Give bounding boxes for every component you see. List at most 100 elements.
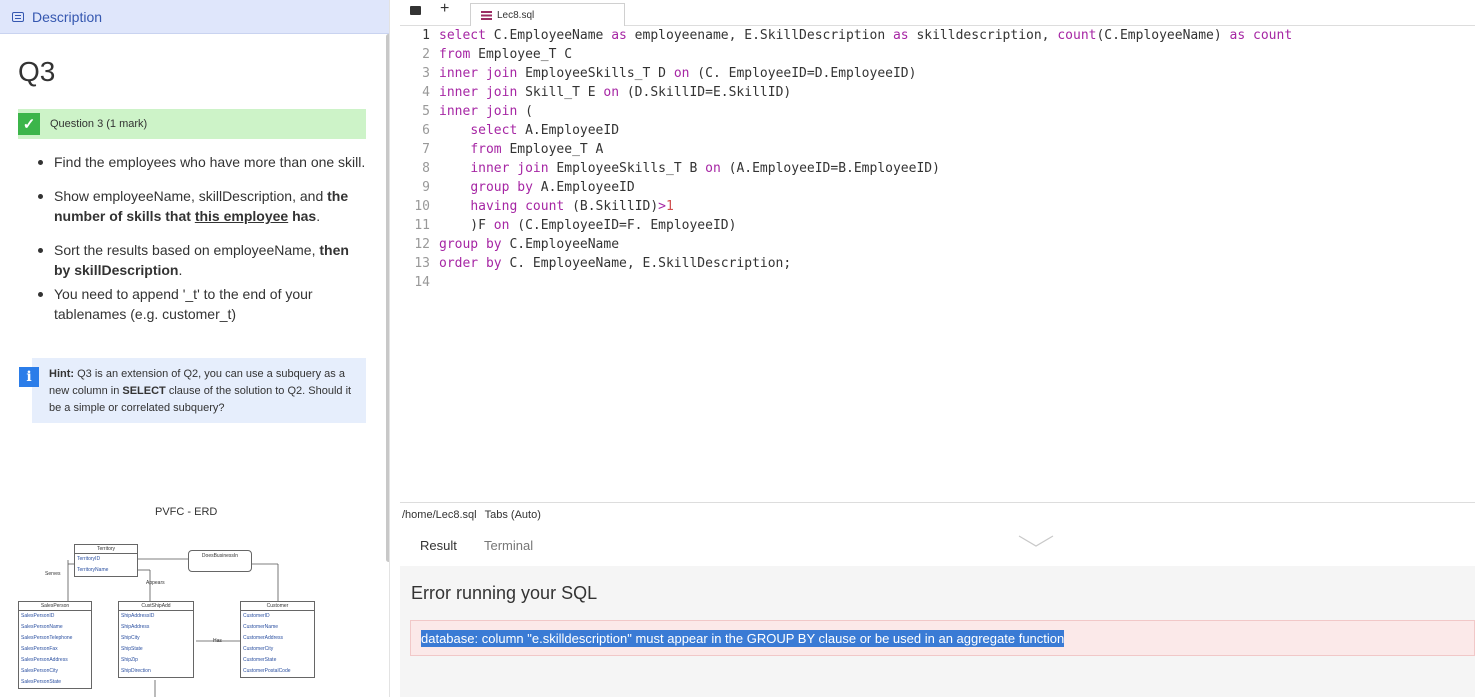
sql-token: (A.EmployeeID=B.EmployeeID) xyxy=(720,161,940,176)
error-title: Error running your SQL xyxy=(411,583,598,603)
tab-result[interactable]: Result xyxy=(420,538,457,553)
erd-custshipadd-field: ShipZip xyxy=(121,657,138,663)
erd-salesperson-field: SalesPersonID xyxy=(21,613,55,619)
code-line[interactable]: 8 inner join EmployeeSkills_T B on (A.Em… xyxy=(403,159,1475,178)
erd-customer-field: CustomerState xyxy=(243,657,277,663)
code-editor[interactable]: 1 select C.EmployeeName as employeename, … xyxy=(403,26,1475,502)
code-line[interactable]: 13 order by C. EmployeeName, E.SkillDescr… xyxy=(403,254,1475,273)
sql-token: (B.SkillID) xyxy=(564,199,659,214)
description-header[interactable]: Description xyxy=(0,0,389,34)
tab-lec8-sql[interactable]: Lec8.sql xyxy=(470,3,625,27)
code-text: group by C.EmployeeName xyxy=(439,235,619,254)
code-line[interactable]: 7 from Employee_T A xyxy=(403,140,1475,159)
code-text: inner join Skill_T E on (D.SkillID=E.Ski… xyxy=(439,83,791,102)
sql-token: (C. EmployeeID=D.EmployeeID) xyxy=(689,66,917,81)
sql-keyword: on xyxy=(493,218,510,233)
erd-appears-label: Appears xyxy=(146,580,165,586)
erd-custshipadd-field: ShipCity xyxy=(121,635,140,641)
sql-token: A.EmployeeID xyxy=(517,123,620,138)
sql-token: ( xyxy=(517,104,533,119)
erd-salesperson-field: SalesPersonCity xyxy=(21,668,58,674)
code-line[interactable]: 11 )F on (C.EmployeeID=F. EmployeeID) xyxy=(403,216,1475,235)
code-text: inner join EmployeeSkills_T D on (C. Emp… xyxy=(439,64,916,83)
code-line[interactable]: 5 inner join ( xyxy=(403,102,1475,121)
erd-salesperson-field: SalesPersonTelephone xyxy=(21,635,73,641)
erd-salesperson-entity: SalesPerson SalesPersonID SalesPersonNam… xyxy=(18,601,92,689)
bullet-text: You need to append '_t' to the end of yo… xyxy=(54,286,313,322)
error-message: database: column "e.skilldescription" mu… xyxy=(421,629,1065,647)
erd-customer-field: CustomerPostalCode xyxy=(243,668,291,674)
hint-prefix: Hint: xyxy=(49,368,75,380)
sql-keyword: inner join xyxy=(439,66,518,81)
code-line[interactable]: 10 having count (B.SkillID)>1 xyxy=(403,197,1475,216)
sql-token: Employee_T C xyxy=(470,47,573,62)
code-line[interactable]: 14 xyxy=(403,273,1475,292)
sql-keyword: on xyxy=(603,85,620,100)
file-menu-icon[interactable] xyxy=(410,6,421,15)
code-text: inner join ( xyxy=(439,102,533,121)
line-number: 12 xyxy=(414,237,430,252)
sql-token: (D.SkillID=E.SkillID) xyxy=(619,85,792,100)
sql-keyword: inner join xyxy=(439,104,518,119)
indent-mode[interactable]: Tabs (Auto) xyxy=(485,509,541,521)
line-number: 9 xyxy=(422,180,430,195)
new-tab-button[interactable]: + xyxy=(440,0,449,18)
erd-doesbusiness-relation: DoesBusinessIn xyxy=(188,550,252,572)
sql-keyword: select xyxy=(470,123,518,138)
line-number: 10 xyxy=(414,199,430,214)
hint-box: Hint: Q3 is an extension of Q2, you can … xyxy=(32,358,366,423)
bullet-text: Show employeeName, skillDescription, and xyxy=(54,188,328,204)
line-number: 13 xyxy=(414,256,430,271)
code-line[interactable]: 4 inner join Skill_T E on (D.SkillID=E.Sk… xyxy=(403,83,1475,102)
database-icon xyxy=(481,11,492,20)
sql-token: 1 xyxy=(666,199,674,214)
description-scrollbar[interactable] xyxy=(386,34,389,562)
sql-keyword: having xyxy=(470,199,518,214)
results-tabs: Result Terminal xyxy=(400,526,1475,566)
question-bullets: Find the employees who have more than on… xyxy=(36,152,366,324)
question-banner-label: Question 3 (1 mark) xyxy=(50,118,148,130)
line-number: 1 xyxy=(422,28,430,43)
bullet-text: Sort the results based on employeeName, xyxy=(54,242,320,258)
code-text: inner join EmployeeSkills_T B on (A.Empl… xyxy=(439,159,940,178)
tab-terminal[interactable]: Terminal xyxy=(484,538,533,553)
sql-token: skilldescription, xyxy=(908,28,1058,43)
code-line[interactable]: 1 select C.EmployeeName as employeename, … xyxy=(403,26,1475,45)
code-line[interactable]: 12 group by C.EmployeeName xyxy=(403,235,1475,254)
code-line[interactable]: 3 inner join EmployeeSkills_T D on (C. Em… xyxy=(403,64,1475,83)
erd-serves-label: Serves xyxy=(45,571,61,577)
code-line[interactable]: 2 from Employee_T C xyxy=(403,45,1475,64)
sql-token: (C.EmployeeName) xyxy=(1096,28,1230,43)
code-text: )F on (C.EmployeeID=F. EmployeeID) xyxy=(439,216,736,235)
code-line[interactable]: 9 group by A.EmployeeID xyxy=(403,178,1475,197)
erd-customer-field: CustomerID xyxy=(243,613,270,619)
error-box: database: column "e.skilldescription" mu… xyxy=(410,620,1475,656)
chevron-down-icon[interactable] xyxy=(1018,534,1054,548)
sql-token: Employee_T A xyxy=(501,142,604,157)
line-number: 2 xyxy=(422,47,430,62)
sql-token: Skill_T E xyxy=(517,85,604,100)
sql-keyword: group by xyxy=(470,180,533,195)
info-icon: i xyxy=(19,367,39,387)
tab-label: Lec8.sql xyxy=(497,10,535,21)
sql-keyword: on xyxy=(705,161,721,176)
status-bar: /home/Lec8.sql Tabs (Auto) xyxy=(400,502,1475,526)
erd-salesperson-field: SalesPersonAddress xyxy=(21,657,68,663)
line-number: 3 xyxy=(422,66,430,81)
erd-custshipadd-field: ShipDirection xyxy=(121,668,151,674)
erd-customer-entity: Customer CustomerID CustomerName Custome… xyxy=(240,601,315,678)
question-bullet: Show employeeName, skillDescription, and… xyxy=(36,186,366,226)
erd-territory-field: TerritoryID xyxy=(77,556,101,562)
question-bullet: Sort the results based on employeeName, … xyxy=(36,240,366,280)
erd-salesperson-field: SalesPersonFax xyxy=(21,646,58,652)
code-text: select C.EmployeeName as employeename, E… xyxy=(439,26,1292,45)
bullet-text: this employee xyxy=(194,208,289,224)
erd-customer-field: CustomerCity xyxy=(243,646,274,652)
code-line[interactable]: 6 select A.EmployeeID xyxy=(403,121,1475,140)
